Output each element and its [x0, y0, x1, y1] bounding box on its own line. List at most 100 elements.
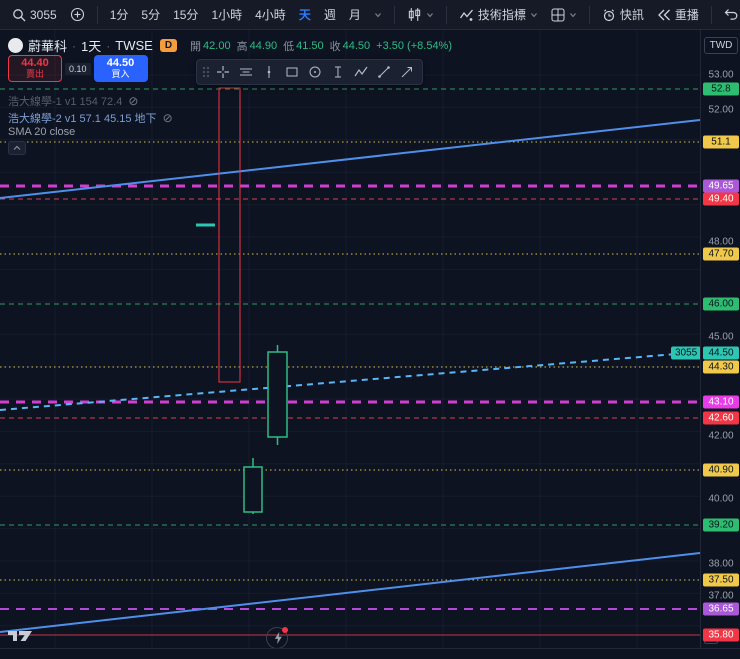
price-range-tool-icon[interactable]: [327, 61, 349, 83]
sell-label: 賣出: [26, 70, 44, 79]
axis-label-43.10: 43.10: [703, 396, 739, 409]
chevron-down-icon: [530, 11, 538, 19]
interval-menu-button[interactable]: [368, 3, 388, 27]
ohlc-change: +3.50 (+8.54%): [376, 40, 452, 52]
alarm-clock-icon: [602, 8, 616, 22]
indicators-button[interactable]: 技術指標: [453, 3, 544, 27]
ohlc-close-label: 收: [330, 38, 341, 54]
candle-body[interactable]: [244, 467, 262, 512]
quick-trade-lightning-button[interactable]: [266, 627, 288, 649]
replay-button[interactable]: 重播: [651, 3, 705, 27]
price-axis[interactable]: TWD E 53.0052.852.0051.149.6549.4048.004…: [700, 30, 740, 648]
symbol-interval[interactable]: 1天: [81, 36, 101, 55]
vertical-line-tool-icon[interactable]: [258, 61, 280, 83]
ohlc-open-label: 開: [190, 38, 201, 54]
axis-label-40.00: 40.00: [701, 493, 740, 506]
red-range-box[interactable]: [219, 88, 240, 382]
axis-label-47.70: 47.70: [703, 248, 739, 261]
compare-add-button[interactable]: [64, 3, 91, 27]
tradingview-logo[interactable]: [8, 628, 34, 647]
replay-label: 重播: [675, 6, 699, 23]
indicator-row[interactable]: SMA 20 close: [8, 126, 75, 138]
buy-button[interactable]: 44.50 買入: [94, 55, 148, 82]
symbol-search-button[interactable]: 3055: [6, 3, 63, 27]
axis-label-52.00: 52.00: [701, 104, 740, 117]
ellipse-tool-icon[interactable]: [304, 61, 326, 83]
cross-tool-icon[interactable]: [212, 61, 234, 83]
indicator-title[interactable]: 浩大線學-2 v1 57.1 45.15 地下: [8, 110, 157, 126]
sell-button[interactable]: 44.40 賣出: [8, 55, 62, 82]
symbol-exchange[interactable]: TWSE: [115, 38, 153, 53]
arrow-tool-icon[interactable]: [396, 61, 418, 83]
plus-circle-icon: [70, 7, 85, 22]
symbol-name[interactable]: 蔚華科: [28, 36, 67, 55]
interval-5min[interactable]: 5分: [135, 3, 166, 27]
top-toolbar: 3055 1分 5分 15分 1小時 4小時 天 週 月 技術指標 快訊 重播: [0, 0, 740, 30]
alerts-label: 快訊: [620, 6, 644, 23]
axis-label-42.60: 42.60: [703, 412, 739, 425]
axis-label-38.00: 38.00: [701, 558, 740, 571]
currency-toggle-button[interactable]: TWD: [704, 37, 738, 54]
candlestick-chart-icon: [407, 7, 422, 22]
legend-separator: ·: [72, 39, 76, 53]
toolbar-divider: [97, 6, 98, 24]
interval-1min[interactable]: 1分: [104, 3, 135, 27]
symbol-search-text: 3055: [30, 8, 57, 22]
symbol-logo-icon: [8, 38, 23, 53]
interval-15min[interactable]: 15分: [167, 3, 204, 27]
interval-1week[interactable]: 週: [318, 3, 342, 27]
buy-label: 買入: [112, 70, 130, 79]
toolbar-divider: [446, 6, 447, 24]
indicators-label: 技術指標: [478, 6, 526, 23]
ohlc-high-value: 44.90: [250, 40, 278, 52]
time-axis[interactable]: [0, 648, 740, 659]
interval-4hour[interactable]: 4小時: [249, 3, 292, 27]
eye-hidden-icon[interactable]: ⊘: [163, 111, 173, 125]
interval-1day[interactable]: 天: [293, 3, 317, 27]
polyline-tool-icon[interactable]: [350, 61, 372, 83]
indicator-row[interactable]: 浩大線學-1 v1 154 72.4 ⊘: [8, 93, 138, 109]
undo-button[interactable]: [718, 3, 740, 27]
axis-label-37.00: 37.00: [701, 590, 740, 603]
interval-badge[interactable]: D: [160, 39, 177, 52]
spread-value: 0.10: [65, 63, 91, 75]
ohlc-low-value: 41.50: [296, 40, 324, 52]
ohlc-close-value: 44.50: [343, 40, 371, 52]
ohlc-readout: 開 42.00 高 44.90 低 41.50 收 44.50 +3.50 (+…: [190, 38, 452, 54]
trendline-tool-icon[interactable]: [373, 61, 395, 83]
axis-label-36.65: 36.65: [703, 603, 739, 616]
trend-line[interactable]: [0, 553, 700, 632]
eye-hidden-icon[interactable]: ⊘: [128, 94, 138, 108]
indicator-title[interactable]: 浩大線學-1 v1 154 72.4: [8, 93, 122, 109]
alerts-button[interactable]: 快訊: [596, 3, 650, 27]
search-icon: [12, 8, 26, 22]
candle-body[interactable]: [268, 352, 287, 437]
axis-label-39.20: 39.20: [703, 519, 739, 532]
indicators-icon: [459, 8, 474, 22]
chevron-down-icon: [569, 11, 577, 19]
undo-arrow-icon: [724, 8, 739, 21]
axis-label-52.8: 52.8: [703, 83, 739, 96]
ohlc-low-label: 低: [283, 38, 294, 54]
interval-1hour[interactable]: 1小時: [205, 3, 248, 27]
ohlc-open-value: 42.00: [203, 40, 231, 52]
axis-label-45.00: 45.00: [701, 331, 740, 344]
interval-1month[interactable]: 月: [343, 3, 367, 27]
indicator-title[interactable]: SMA 20 close: [8, 126, 75, 138]
buy-price: 44.50: [107, 58, 135, 70]
toolbar-divider: [589, 6, 590, 24]
indicator-row[interactable]: 浩大線學-2 v1 57.1 45.15 地下 ⊘: [8, 110, 173, 126]
chart-region: 蔚華科 · 1天 · TWSE D 開 42.00 高 44.90 低 41.5…: [0, 30, 740, 659]
layout-button[interactable]: [545, 3, 583, 27]
notification-dot: [282, 627, 288, 633]
chart-legend: 蔚華科 · 1天 · TWSE D 開 42.00 高 44.90 低 41.5…: [8, 36, 452, 55]
axis-label-35.80: 35.80: [703, 629, 739, 642]
chart-type-button[interactable]: [401, 3, 440, 27]
symbol-price-tag: 3055: [671, 347, 701, 360]
legend-collapse-button[interactable]: [8, 141, 26, 155]
axis-label-42.00: 42.00: [701, 430, 740, 443]
chevron-down-icon: [374, 11, 382, 19]
horizontal-line-tool-icon[interactable]: [235, 61, 257, 83]
rectangle-tool-icon[interactable]: [281, 61, 303, 83]
drag-handle[interactable]: [201, 65, 211, 79]
